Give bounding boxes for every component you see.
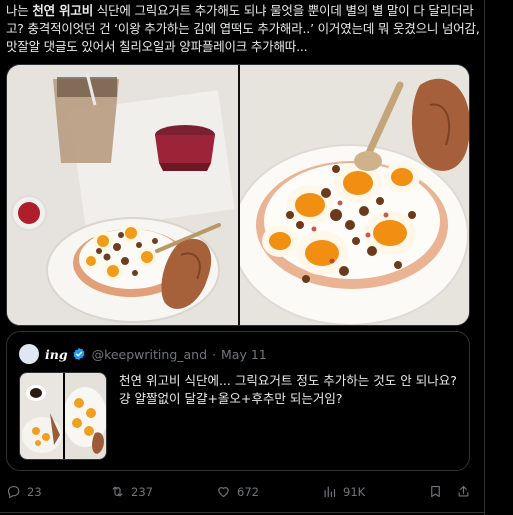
quoted-tweet-text: 천연 위고비 식단에... 그릭요거트 정도 추가하는 것도 안 되나요? 걍 … [119, 373, 457, 406]
tweet-photo-2[interactable] [240, 65, 469, 325]
views-count: 91K [343, 484, 366, 499]
tweet-divider [0, 512, 484, 513]
repost-icon [112, 486, 123, 497]
bookmark-button[interactable] [428, 484, 449, 499]
tweet-photo-1[interactable] [7, 65, 238, 325]
quoted-media-thumbnail[interactable] [19, 372, 107, 460]
tweet-text: 나는 천연 위고비 식단에 그릭요거트 추가해도 되냐 물엇을 뿐이데 별의 별… [6, 2, 480, 56]
verified-badge-icon [73, 347, 85, 361]
repost-button[interactable]: 237 [110, 484, 153, 499]
reply-count: 23 [27, 484, 42, 499]
quoted-separator: · [212, 346, 217, 362]
share-icon [458, 485, 469, 497]
tweet-text-bold: 천연 위고비 [32, 3, 94, 18]
tweet-text-part: 나는 [6, 3, 33, 18]
reply-button[interactable]: 23 [6, 484, 42, 499]
quoted-date[interactable]: May 11 [221, 347, 267, 362]
views-icon [324, 486, 336, 498]
bookmark-icon [431, 485, 440, 498]
repost-count: 237 [131, 484, 153, 499]
quoted-display-name[interactable]: ing [45, 347, 68, 362]
photo-yogurt-bowl-closeup [240, 65, 469, 325]
photo-yogurt-bowl-table [7, 65, 238, 325]
quoted-tweet-header: ing @keepwriting_and · May 11 [19, 344, 267, 364]
heart-icon [218, 487, 229, 498]
share-button[interactable] [456, 484, 477, 499]
quoted-thumb-1 [20, 373, 63, 459]
like-button[interactable]: 672 [216, 484, 259, 499]
timeline-divider [484, 0, 485, 515]
tweet-media-grid[interactable] [6, 64, 470, 326]
tweet-action-bar: 23 237 672 91K [0, 484, 480, 504]
like-count: 672 [237, 484, 259, 499]
quoted-handle[interactable]: @keepwriting_and [92, 347, 207, 362]
quoted-avatar[interactable] [19, 344, 39, 364]
quoted-thumb-2 [64, 373, 106, 459]
quoted-tweet[interactable]: ing @keepwriting_and · May 11 천연 위고비 식단에… [6, 331, 470, 471]
views-button[interactable]: 91K [322, 484, 365, 499]
reply-icon [7, 485, 20, 499]
